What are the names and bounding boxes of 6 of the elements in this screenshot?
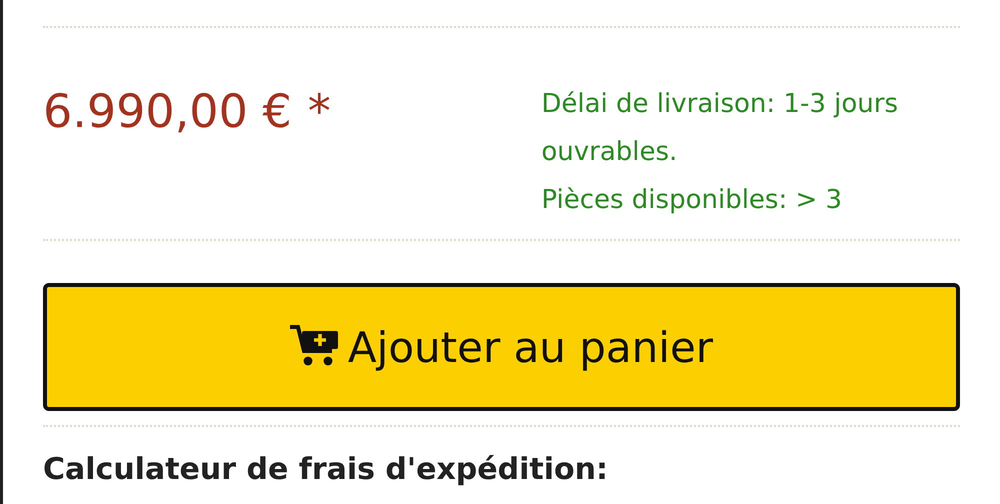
availability-text: Délai de livraison: 1-3 jours ouvrables. xyxy=(541,88,900,169)
price-note: * xyxy=(308,88,331,134)
shipping-calculator-title: Calculateur de frais d'expédition: xyxy=(43,453,609,487)
add-to-cart-button[interactable]: Ajouter au panier xyxy=(43,283,960,411)
availability-text: Pièces disponibles: > 3 xyxy=(541,184,844,217)
price: 6.990,00 € xyxy=(43,88,292,134)
